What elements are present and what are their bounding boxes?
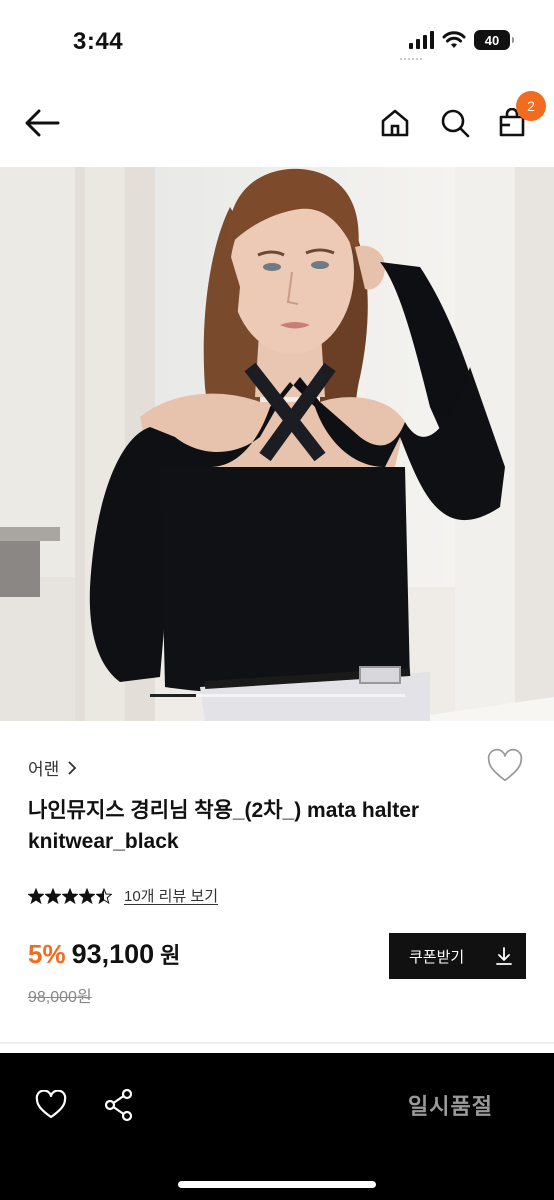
status-bar: 3:44 40 — [0, 0, 554, 80]
product-photo — [0, 167, 554, 721]
star-icon — [45, 887, 61, 904]
wishlist-heart-icon[interactable] — [486, 748, 524, 786]
section-divider — [0, 1042, 554, 1044]
signal-icon — [409, 31, 434, 49]
original-price: 98,000원 — [28, 989, 92, 1006]
search-icon — [441, 109, 470, 138]
price-unit: 원 — [160, 943, 181, 968]
discount-rate: 5% — [28, 939, 66, 969]
rating-stars — [28, 887, 112, 904]
wifi-icon — [442, 31, 466, 48]
coupon-download-button[interactable]: 쿠폰받기 — [389, 933, 526, 979]
home-button[interactable] — [375, 103, 415, 143]
price-row: 5% 93,100 원 — [28, 938, 180, 970]
coupon-label: 쿠폰받기 — [409, 948, 465, 966]
back-button[interactable] — [22, 103, 62, 143]
cart-button[interactable]: 2 — [492, 91, 546, 143]
battery-icon: 40 — [474, 30, 514, 50]
soldout-label: 일시품절 — [408, 1094, 493, 1119]
camera-indicator — [400, 58, 422, 62]
product-title: 나인뮤지스 경리님 착용_(2차_) mata halter knitwear_… — [28, 799, 420, 853]
bottom-wishlist-button[interactable] — [31, 1085, 71, 1125]
status-icons: 40 — [409, 30, 514, 50]
heart-icon — [35, 1090, 67, 1119]
product-image-carousel[interactable] — [0, 167, 554, 721]
bottom-action-bar: 일시품절 — [0, 1053, 554, 1200]
star-icon — [62, 887, 78, 904]
download-icon — [496, 947, 512, 965]
chevron-right-icon — [68, 760, 77, 775]
back-arrow-icon — [25, 109, 60, 137]
carousel-progress — [150, 694, 405, 697]
rating-row: 10개 리뷰 보기 — [28, 885, 218, 906]
share-button[interactable] — [99, 1085, 139, 1125]
review-link[interactable]: 10개 리뷰 보기 — [124, 885, 218, 906]
sale-price: 93,100 — [71, 939, 155, 969]
home-indicator — [178, 1181, 376, 1188]
star-icon — [28, 887, 44, 904]
search-button[interactable] — [435, 103, 475, 143]
carousel-progress-fill — [150, 694, 196, 697]
brand-link[interactable]: 어랜 — [28, 755, 77, 780]
brand-name: 어랜 — [28, 760, 60, 779]
top-nav: 2 — [0, 85, 554, 165]
star-icon — [96, 887, 112, 904]
star-icon — [79, 887, 95, 904]
status-time: 3:44 — [73, 28, 124, 55]
home-icon — [381, 109, 409, 137]
cart-count-badge: 2 — [516, 91, 546, 121]
share-icon — [104, 1088, 133, 1122]
